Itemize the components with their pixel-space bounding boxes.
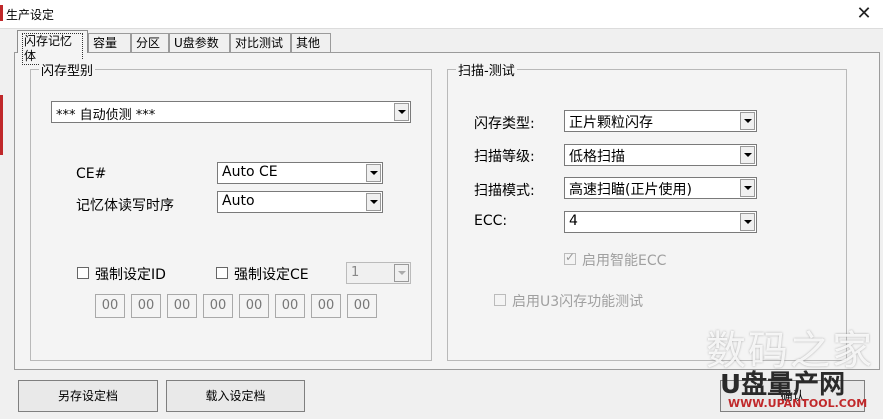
ce-label: CE# [76, 166, 107, 182]
smart-ecc-checkbox[interactable]: ✓ [564, 250, 576, 265]
force-id-label: 强制设定ID [95, 267, 166, 283]
flash-type-group-title: 闪存型别 [39, 60, 96, 79]
tab-label: 分区 [136, 36, 161, 50]
force-ce-value: 1 [351, 265, 360, 280]
tab-label: 其他 [296, 36, 321, 50]
tab-capacity[interactable]: 容量 [88, 33, 131, 52]
chevron-down-icon[interactable] [740, 213, 755, 231]
u3-test-checkbox[interactable] [494, 294, 506, 306]
chevron-down-icon[interactable] [394, 103, 409, 121]
chevron-down-icon[interactable] [366, 193, 381, 211]
save-config-button[interactable]: 另存设定档 [18, 380, 158, 412]
flash-detect-value: *** 自动侦测 *** [56, 108, 156, 123]
tab-udisk-params[interactable]: U盘参数 [169, 33, 230, 52]
id-byte-field[interactable]: 00 [275, 294, 305, 318]
scan-mode-label: 扫描模式: [474, 183, 535, 199]
ecc-label: ECC: [474, 213, 508, 229]
ecc-value: 4 [569, 213, 578, 229]
left-edge-bottom [0, 95, 3, 155]
flash-kind-select[interactable]: 正片颗粒闪存 [564, 110, 757, 132]
scan-test-group-title: 扫描-测试 [456, 60, 517, 79]
id-byte-field[interactable]: 00 [95, 294, 125, 318]
chevron-down-icon[interactable] [740, 112, 755, 130]
tab-flash-memory[interactable]: 闪存记忆体 [17, 30, 88, 65]
force-ce-checkbox[interactable] [216, 267, 228, 279]
close-icon[interactable]: ✕ [851, 2, 877, 26]
check-icon: ✓ [565, 250, 576, 264]
watermark-line2: U盘量产网 [720, 370, 846, 400]
flash-detect-select[interactable]: *** 自动侦测 *** [51, 101, 411, 123]
id-byte-field[interactable]: 00 [131, 294, 161, 318]
id-byte-field[interactable]: 00 [239, 294, 269, 318]
scan-level-label: 扫描等级: [474, 149, 535, 165]
id-byte-field[interactable]: 00 [167, 294, 197, 318]
chevron-down-icon[interactable] [394, 264, 409, 282]
timing-select[interactable]: Auto [217, 191, 383, 213]
force-id-checkbox[interactable] [77, 267, 89, 279]
u3-test-label: 启用U3闪存功能测试 [512, 294, 644, 310]
scan-mode-select[interactable]: 高速扫瞄(正片使用) [564, 177, 757, 199]
flash-kind-label: 闪存类型: [474, 116, 535, 132]
load-config-button[interactable]: 载入设定档 [166, 380, 305, 412]
tab-compare-test[interactable]: 对比测试 [230, 33, 291, 52]
id-byte-field[interactable]: 00 [311, 294, 341, 318]
window-title: 生产设定 [6, 8, 55, 22]
scan-level-value: 低格扫描 [569, 149, 625, 165]
smart-ecc-label: 启用智能ECC [582, 253, 667, 269]
ecc-select[interactable]: 4 [564, 211, 757, 233]
id-byte-field[interactable]: 00 [347, 294, 377, 318]
left-edge-top [0, 5, 3, 21]
title-bar: 生产设定 ✕ [0, 0, 883, 29]
scan-level-select[interactable]: 低格扫描 [564, 144, 757, 166]
flash-kind-value: 正片颗粒闪存 [569, 115, 653, 131]
tab-other[interactable]: 其他 [291, 33, 331, 52]
chevron-down-icon[interactable] [740, 146, 755, 164]
ce-select[interactable]: Auto CE [217, 162, 383, 184]
force-ce-select[interactable]: 1 [346, 262, 411, 284]
chevron-down-icon[interactable] [366, 164, 381, 182]
tab-label: 对比测试 [235, 36, 284, 50]
tab-label: U盘参数 [174, 36, 219, 50]
timing-label: 记忆体读写时序 [76, 198, 174, 214]
id-byte-field[interactable]: 00 [203, 294, 233, 318]
tab-partition[interactable]: 分区 [131, 33, 169, 52]
tab-label: 容量 [93, 36, 118, 50]
force-ce-label: 强制设定CE [234, 267, 309, 283]
watermark-line3: WWW.UPANTOOL.COM [728, 397, 868, 410]
scan-mode-value: 高速扫瞄(正片使用) [569, 182, 692, 198]
timing-value: Auto [222, 193, 255, 209]
ce-value: Auto CE [222, 164, 278, 180]
chevron-down-icon[interactable] [740, 179, 755, 197]
